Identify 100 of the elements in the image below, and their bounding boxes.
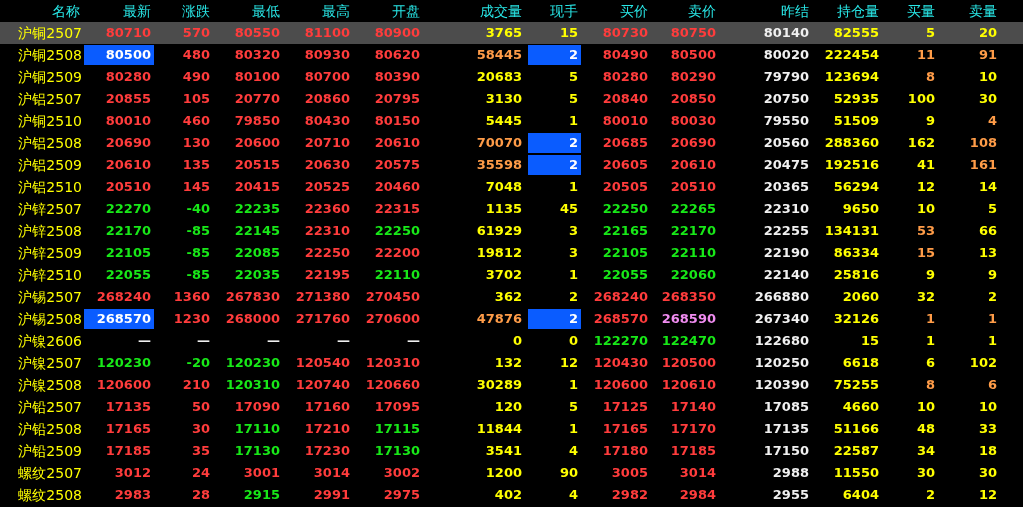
table-cell-text: 79850 bbox=[233, 112, 281, 130]
table-cell-text: 22195 bbox=[303, 266, 351, 284]
table-cell-text: 58445 bbox=[475, 46, 523, 64]
table-row[interactable]: 沪铝2507 20855 105 20770 20860 20795 3130 5 20840 20850 20750 52935 100 30 bbox=[0, 88, 1023, 110]
table-cell-text: 5 bbox=[986, 200, 998, 218]
column-header[interactable]: 开盘 bbox=[353, 1, 423, 21]
table-cell-text: 17150 bbox=[762, 442, 810, 460]
column-header[interactable]: 最低 bbox=[213, 1, 283, 21]
table-cell-text: 15 bbox=[915, 244, 936, 262]
table-row[interactable]: 沪锡2507 268240 1360 267830 271380 270450 362 2 268240 268350 266880 2060 32 2 bbox=[0, 286, 1023, 308]
table-cell-text: 86334 bbox=[832, 244, 880, 262]
column-header[interactable]: 买量 bbox=[882, 1, 938, 21]
table-cell-text: 17170 bbox=[669, 420, 717, 438]
table-row[interactable]: 沪铝2508 20690 130 20600 20710 20610 70070 2 20685 20690 20560 288360 162 108 bbox=[0, 132, 1023, 154]
column-header[interactable]: 成交量 bbox=[423, 1, 525, 21]
table-cell-text: 10 bbox=[915, 200, 936, 218]
table-cell-text: 15 bbox=[859, 332, 880, 350]
table-row[interactable]: 沪铜2507 80710 570 80550 81100 80900 3765 15 80730 80750 80140 82555 5 20 bbox=[0, 22, 1023, 44]
table-cell-text: 120230 bbox=[224, 354, 281, 372]
table-row[interactable]: 沪铝2510 20510 145 20415 20525 20460 7048 1 20505 20510 20365 56294 12 14 bbox=[0, 176, 1023, 198]
table-cell-text: 17185 bbox=[104, 442, 152, 460]
table-cell-text: 17135 bbox=[762, 420, 810, 438]
table-row[interactable]: 沪铅2507 17135 50 17090 17160 17095 120 5 17125 17140 17085 4660 10 10 bbox=[0, 396, 1023, 418]
table-cell-text: 10 bbox=[915, 398, 936, 416]
table-cell-text: 17210 bbox=[303, 420, 351, 438]
table-cell-text: 5 bbox=[924, 24, 936, 42]
column-header[interactable]: 买价 bbox=[581, 1, 651, 21]
table-cell-text: 22170 bbox=[669, 222, 717, 240]
table-row[interactable]: 沪镍2508 120600 210 120310 120740 120660 30289 1 120600 120610 120390 75255 8 6 bbox=[0, 374, 1023, 396]
table-cell-text: 267340 bbox=[753, 310, 810, 328]
table-cell-text: 13 bbox=[977, 244, 998, 262]
table-cell-text: 17185 bbox=[669, 442, 717, 460]
column-header[interactable]: 卖价 bbox=[651, 1, 719, 21]
table-cell-text: 80710 bbox=[104, 24, 152, 42]
table-cell-text: 134131 bbox=[823, 222, 880, 240]
table-cell-text: 90 bbox=[558, 464, 579, 482]
table-cell-text: 沪镍2606 bbox=[17, 332, 83, 351]
table-row[interactable]: 沪铜2508 80500 480 80320 80930 80620 58445 2 80490 80500 80020 222454 11 91 bbox=[0, 44, 1023, 66]
table-cell-text: -85 bbox=[185, 244, 211, 262]
table-cell-text: 51509 bbox=[832, 112, 880, 130]
table-cell-text: 15 bbox=[558, 24, 579, 42]
column-header[interactable]: 持仓量 bbox=[812, 1, 882, 21]
column-header[interactable]: 名称 bbox=[0, 1, 84, 21]
table-cell-text: 80030 bbox=[669, 112, 717, 130]
table-row[interactable]: 沪铅2508 17165 30 17110 17210 17115 11844 1 17165 17170 17135 51166 48 33 bbox=[0, 418, 1023, 440]
table-cell-text: 52935 bbox=[832, 90, 880, 108]
table-cell-text: 2 bbox=[924, 486, 936, 504]
table-row[interactable]: 沪镍2606 — — — — — 0 0 122270 122470 122680 15 1 1 bbox=[0, 330, 1023, 352]
table-cell-text: -85 bbox=[185, 222, 211, 240]
table-row[interactable]: 沪铝2509 20610 135 20515 20630 20575 35598 2 20605 20610 20475 192516 41 161 bbox=[0, 154, 1023, 176]
table-cell-text: 6 bbox=[986, 376, 998, 394]
table-cell-text: 沪锌2509 bbox=[17, 244, 83, 263]
table-cell-text: 75255 bbox=[832, 376, 880, 394]
table-row[interactable]: 沪锌2509 22105 -85 22085 22250 22200 19812 3 22105 22110 22190 86334 15 13 bbox=[0, 242, 1023, 264]
table-cell-text: 20610 bbox=[104, 156, 152, 174]
table-cell-text: 30289 bbox=[475, 376, 523, 394]
table-cell-text: 17115 bbox=[373, 420, 421, 438]
table-row[interactable]: 沪锡2508 268570 1230 268000 271760 270600 47876 2 268570 268590 267340 32126 1 1 bbox=[0, 308, 1023, 330]
table-cell-text: 120430 bbox=[592, 354, 649, 372]
table-row[interactable]: 螺纹2508 2983 28 2915 2991 2975 402 4 2982 2984 2955 6404 2 12 bbox=[0, 484, 1023, 506]
table-row[interactable]: 沪锌2508 22170 -85 22145 22310 22250 61929 3 22165 22170 22255 134131 53 66 bbox=[0, 220, 1023, 242]
table-row[interactable]: 沪锌2507 22270 -40 22235 22360 22315 1135 45 22250 22265 22310 9650 10 5 bbox=[0, 198, 1023, 220]
column-header[interactable]: 昨结 bbox=[719, 1, 812, 21]
table-cell-text: 沪铜2508 bbox=[17, 46, 83, 65]
table-cell-text: 270600 bbox=[364, 310, 421, 328]
table-cell-text: 268240 bbox=[592, 288, 649, 306]
table-cell-text: — bbox=[406, 332, 421, 350]
table-cell-text: 56294 bbox=[832, 178, 880, 196]
table-row[interactable]: 沪镍2507 120230 -20 120230 120540 120310 132 12 120430 120500 120250 6618 6 102 bbox=[0, 352, 1023, 374]
table-cell-text: 80150 bbox=[373, 112, 421, 130]
table-cell-text: 80550 bbox=[233, 24, 281, 42]
column-header[interactable]: 最新 bbox=[84, 1, 154, 21]
table-cell-text: 沪镍2508 bbox=[17, 376, 83, 395]
table-cell-text: -40 bbox=[185, 200, 211, 218]
column-header[interactable]: 现手 bbox=[525, 1, 581, 21]
table-cell-text: 沪铅2508 bbox=[17, 420, 83, 439]
table-cell-text: 0 bbox=[567, 332, 579, 350]
table-cell-text: 22165 bbox=[601, 222, 649, 240]
table-cell-text: 30 bbox=[190, 420, 211, 438]
table-cell-text: 沪铝2509 bbox=[17, 156, 83, 175]
table-cell-text: 3001 bbox=[242, 464, 281, 482]
table-cell-text: 22235 bbox=[233, 200, 281, 218]
table-cell-text: 80140 bbox=[762, 24, 810, 42]
table-row[interactable]: 沪锌2510 22055 -85 22035 22195 22110 3702 1 22055 22060 22140 25816 9 9 bbox=[0, 264, 1023, 286]
table-cell-text: 32 bbox=[915, 288, 936, 306]
table-cell-text: 22170 bbox=[104, 222, 152, 240]
table-cell-text: -85 bbox=[185, 266, 211, 284]
table-cell-text: 10 bbox=[977, 398, 998, 416]
table-cell-text: 288360 bbox=[823, 134, 880, 152]
table-row[interactable]: 沪铜2509 80280 490 80100 80700 80390 20683 5 80280 80290 79790 123694 8 10 bbox=[0, 66, 1023, 88]
column-header[interactable]: 涨跌 bbox=[154, 1, 213, 21]
table-cell-text: 沪铝2508 bbox=[17, 134, 83, 153]
column-header[interactable]: 最高 bbox=[283, 1, 353, 21]
column-header[interactable]: 卖量 bbox=[938, 1, 1000, 21]
table-cell-text: 20610 bbox=[373, 134, 421, 152]
table-row[interactable]: 螺纹2507 3012 24 3001 3014 3002 1200 90 3005 3014 2988 11550 30 30 bbox=[0, 462, 1023, 484]
table-row[interactable]: 沪铅2509 17185 35 17130 17230 17130 3541 4 17180 17185 17150 22587 34 18 bbox=[0, 440, 1023, 462]
table-row[interactable]: 沪铜2510 80010 460 79850 80430 80150 5445 1 80010 80030 79550 51509 9 4 bbox=[0, 110, 1023, 132]
table-cell-text: 268570 bbox=[592, 310, 649, 328]
table-cell-text: 17165 bbox=[104, 420, 152, 438]
